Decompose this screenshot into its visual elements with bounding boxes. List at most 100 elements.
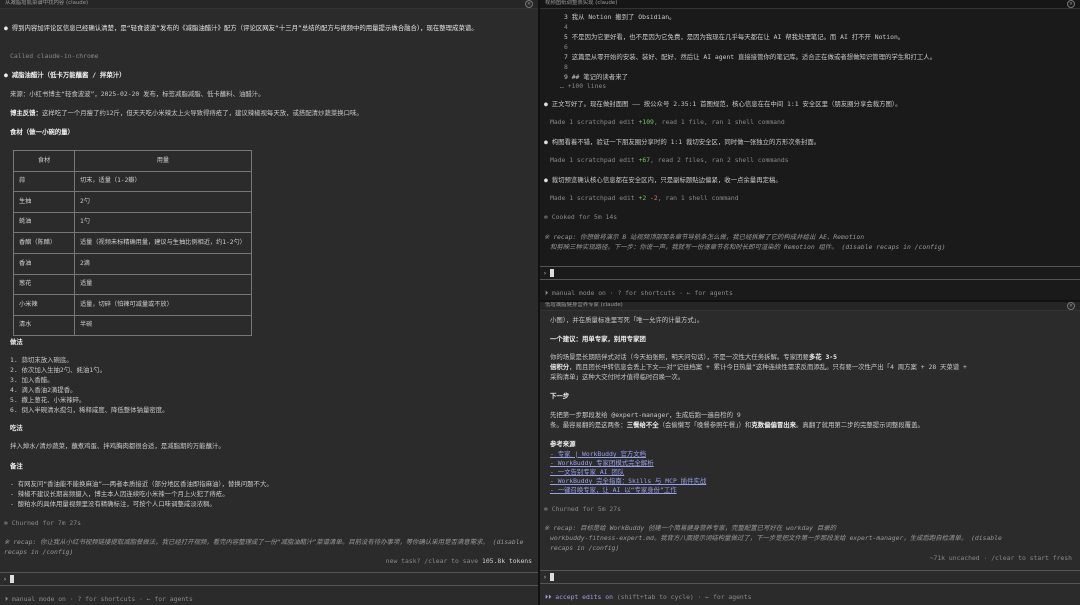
left-recipe-heading: ● 减脂油醋汁（低卡万能蘸酱 / 拌菜汁） <box>4 71 126 79</box>
new-task-hint: new task? /clear to save <box>385 557 479 565</box>
right-bottom-title: 低增减脂健身营养专家 (claude) <box>545 302 623 309</box>
method-step: 2. 依次加入生抽2勺、蚝油1勺。 <box>10 366 106 374</box>
table-row: 蚝油 1勺 <box>13 211 252 234</box>
para-text: ，而且团长中转信息会丢上下文——对“记住档案 + 累计今日热量”这种连续性需求反… <box>569 363 967 371</box>
right-top-close-icon[interactable]: × <box>1067 0 1075 8</box>
rb-recap-cont: workbuddy-fitness-expert.md。我背方八面提示词结构量做… <box>550 534 1002 542</box>
recap-text: 目标是给 WorkBuddy 创建一个简易健身营养专家，完整配置已写好在 wor… <box>580 524 837 532</box>
collapsed-lines[interactable]: … +100 lines <box>560 82 606 91</box>
right-top-terminal-pane: 视频图纸调整表实现 (claude) × 3 我从 Notion 搬到了 Obs… <box>540 0 1080 300</box>
left-terminal-pane: 从减脂增肌菜谱中找内容 (claude) × ● 得到内容加评论区信息已经确认清… <box>0 0 538 605</box>
file-line: 5 不是因为它更好看，也不是因为它免费，是因为我现在几乎每天都在让 AI 帮我处… <box>564 33 905 41</box>
file-line: 7 这篇是从零开始的安装、装好、配好、然后让 AI agent 直接接管你的笔记… <box>564 53 937 61</box>
left-called-tool: Called claude-in-chrome <box>10 52 99 60</box>
text-cursor <box>9 575 14 583</box>
rb-para: 条。最容易翻的是这两条：三餐给不全（会偷懒写「晚餐参照午餐」）和克数偏偏冒出来。… <box>550 421 924 430</box>
prompt-chevron-icon: › <box>543 572 547 581</box>
left-recap-text: 你让我从小红书视频链接提取减脂餐做法，我已经打开视频，看完内容整理成了一份“减脂… <box>4 538 524 556</box>
table-cell: 清水 <box>13 314 75 337</box>
table-row: 香油 2滴 <box>13 252 252 275</box>
assistant-message: ● 构图看着不错，验证一下朋友圈分享时的 1:1 裁切安全区，同时做一张独立的方… <box>544 138 821 146</box>
left-token-hint: new task? /clear to save 105.8k tokens <box>386 557 532 566</box>
table-header-cell: 用量 <box>74 150 252 172</box>
removed-count: -2 <box>650 194 658 202</box>
file-line: 6 <box>564 43 568 51</box>
table-cell: 2滴 <box>74 252 252 275</box>
source-link[interactable]: - 一文告别专家 AI 团队 <box>550 468 624 477</box>
left-feedback-line: 博主反馈：这样吃了一个月瘦了约12斤，但天天吃小米辣太上火导致得痔疮了，建议辣椒… <box>10 109 363 118</box>
prompt-chevron-icon: › <box>3 574 7 583</box>
rb-heading: 下一步 <box>550 392 570 400</box>
table-row: 蒜切末，适量（1-2瓣） <box>13 170 252 193</box>
summary-text: Made 1 scratchpad edit <box>550 194 635 202</box>
summary-text: , ran 1 shell command <box>657 194 739 202</box>
left-pane-title: 从减脂增肌菜谱中找内容 (claude) <box>5 0 89 7</box>
summary-text: Made 1 scratchpad edit <box>550 156 635 164</box>
recap-label: ※ recap: <box>544 524 577 532</box>
left-prompt-input[interactable]: › <box>0 572 538 586</box>
token-count: 105.8k tokens <box>481 557 532 565</box>
source-link[interactable]: - 专家 | WorkBuddy 官方文档 <box>550 450 646 459</box>
method-title: 做法 <box>10 338 23 346</box>
feedback-text: 这样吃了一个月瘦了约12斤，但天天吃小米辣太上火导致得痔疮了，建议辣椒视每天放，… <box>41 109 363 117</box>
message-text: 裁切预览确认核心信息都在安全区内，只是副标题贴边偏紧，收一点余量再定稿。 <box>551 176 782 184</box>
sources-title: 参考来源 <box>550 440 576 448</box>
source-link[interactable]: - 一键召唤专家，让 AI 以“专家身份”工作 <box>550 486 677 495</box>
table-cell: 2勺 <box>74 191 252 213</box>
file-line: 4 <box>564 23 568 31</box>
added-count: +2 <box>638 194 647 202</box>
eat-text: 拌入焯水/清炒蔬菜，蘸煮鸡蛋、拌鸡胸肉都很合适，是减脂期的万能蘸汁。 <box>10 442 225 450</box>
right-bottom-close-icon[interactable]: × <box>1067 302 1075 310</box>
table-cell: 蚝油 <box>13 211 75 234</box>
table-cell: 生抽 <box>13 191 75 213</box>
summary-text: , read 1 file, ran 1 shell command <box>653 118 785 126</box>
summary-text: Made 1 scratchpad edit <box>550 118 635 126</box>
table-row: 香醋（陈醋） 适量（视频未标精确用量，建议与生抽比例相近，约1-2勺） <box>13 232 252 254</box>
method-step: 6. 倒入半碗清水搅匀，稀释咸度、降低整体钠量密度。 <box>10 406 169 414</box>
text-cursor <box>549 573 554 581</box>
rb-para: 先把第一步那段发给 @expert-manager，生成后跑一遍自检的 9 <box>550 411 741 419</box>
right-bottom-prompt-input[interactable]: › <box>540 570 1080 584</box>
table-row: 生抽 2勺 <box>13 191 252 213</box>
rb-heading: 一个建议：用单专家，别用专家团 <box>550 335 646 343</box>
rb-text: 小图），并在质量标准里写死「唯一允许的计量方式」。 <box>550 316 704 324</box>
footer-hint: (shift+tab to cycle) · ← for agents <box>616 593 752 601</box>
method-step: 5. 撒上葱花、小米辣碎。 <box>10 396 86 404</box>
table-cell: 香油 <box>13 252 75 275</box>
source-link[interactable]: - WorkBuddy 完全指南：Skills 与 MCP 插件实战 <box>550 477 706 486</box>
left-footer-status: ⏵ manual mode on · ? for shortcuts · ← f… <box>5 595 193 603</box>
rb-para: 采购清单」这种大交付时才值得临时召唤一次。 <box>550 373 685 381</box>
text-cursor <box>549 269 554 277</box>
left-pane-titlebar: 从减脂增肌菜谱中找内容 (claude) × <box>0 0 538 9</box>
table-cell: 葱花 <box>13 273 75 296</box>
para-text: 条。最容易翻的是这两条： <box>550 421 627 429</box>
rb-recap-cont: recaps in /config) <box>550 544 620 552</box>
left-close-icon[interactable]: × <box>525 0 533 8</box>
table-cell: 1勺 <box>74 211 252 234</box>
table-cell: 适量，切碎（怕辣可减量或不放） <box>74 294 252 316</box>
table-cell: 半碗 <box>74 314 252 337</box>
added-count: +109 <box>638 118 654 126</box>
accept-edits-indicator[interactable]: ⏵⏵ accept edits on <box>545 593 613 601</box>
table-row: 葱花 适量 <box>13 273 252 296</box>
right-top-prompt-input[interactable]: › <box>540 266 1080 280</box>
rb-recap: ※ recap: 目标是给 WorkBuddy 创建一个简易健身营养专家，完整配… <box>544 524 836 533</box>
tool-summary: Made 1 scratchpad edit +109, read 1 file… <box>550 118 785 127</box>
added-count: +67 <box>638 156 651 164</box>
recap-text: 你想做将演示 B 站视频顶部那条章节导航条怎么做，我已经拆解了它的构成并给出 A… <box>580 233 865 241</box>
method-step: 1. 蒜切末放入碗底。 <box>10 356 73 364</box>
rb-para: 倍积分，而且团长中转信息会丢上下文——对“记住档案 + 累计今日热量”这种连续性… <box>550 363 967 372</box>
note-item: - 辣椒不建议长期高频摄入，博主本人因连续吃小米辣一个月上火犯了痔疮。 <box>10 490 229 498</box>
right-top-title: 视频图纸调整表实现 (claude) <box>545 0 618 7</box>
ingredients-table: 食材 用量 蒜切末，适量（1-2瓣） 生抽 2勺 蚝油 1勺 香醋（陈醋） 适量（视频… <box>13 150 252 337</box>
left-recap: ※ recap: 你让我从小红书视频链接提取减脂餐做法，我已经打开视频，看完内容… <box>4 537 530 557</box>
file-line: 3 我从 Notion 搬到了 Obsidian。 <box>564 13 676 21</box>
table-cell: 适量（视频未标精确用量，建议与生抽比例相近，约1-2勺） <box>74 232 252 254</box>
feedback-label: 博主反馈： <box>10 109 42 117</box>
tool-summary: Made 1 scratchpad edit +67, read 2 files… <box>550 156 789 165</box>
source-link[interactable]: - WorkBuddy 专家团模式完全解析 <box>550 459 654 468</box>
left-source-line: 来源：小红书博主“轻食波波”，2025-02-20 发布，标签减脂减脂、低卡蘸料… <box>10 90 265 98</box>
note-item: - 酸粕水的具体用量视频里没有精确标注，可按个人口味调整咸淡浓稠。 <box>10 500 216 508</box>
para-bold: 多花 3-5 <box>808 353 837 361</box>
para-text: （会偷懒写「晚餐参照午餐」）和 <box>658 421 752 429</box>
